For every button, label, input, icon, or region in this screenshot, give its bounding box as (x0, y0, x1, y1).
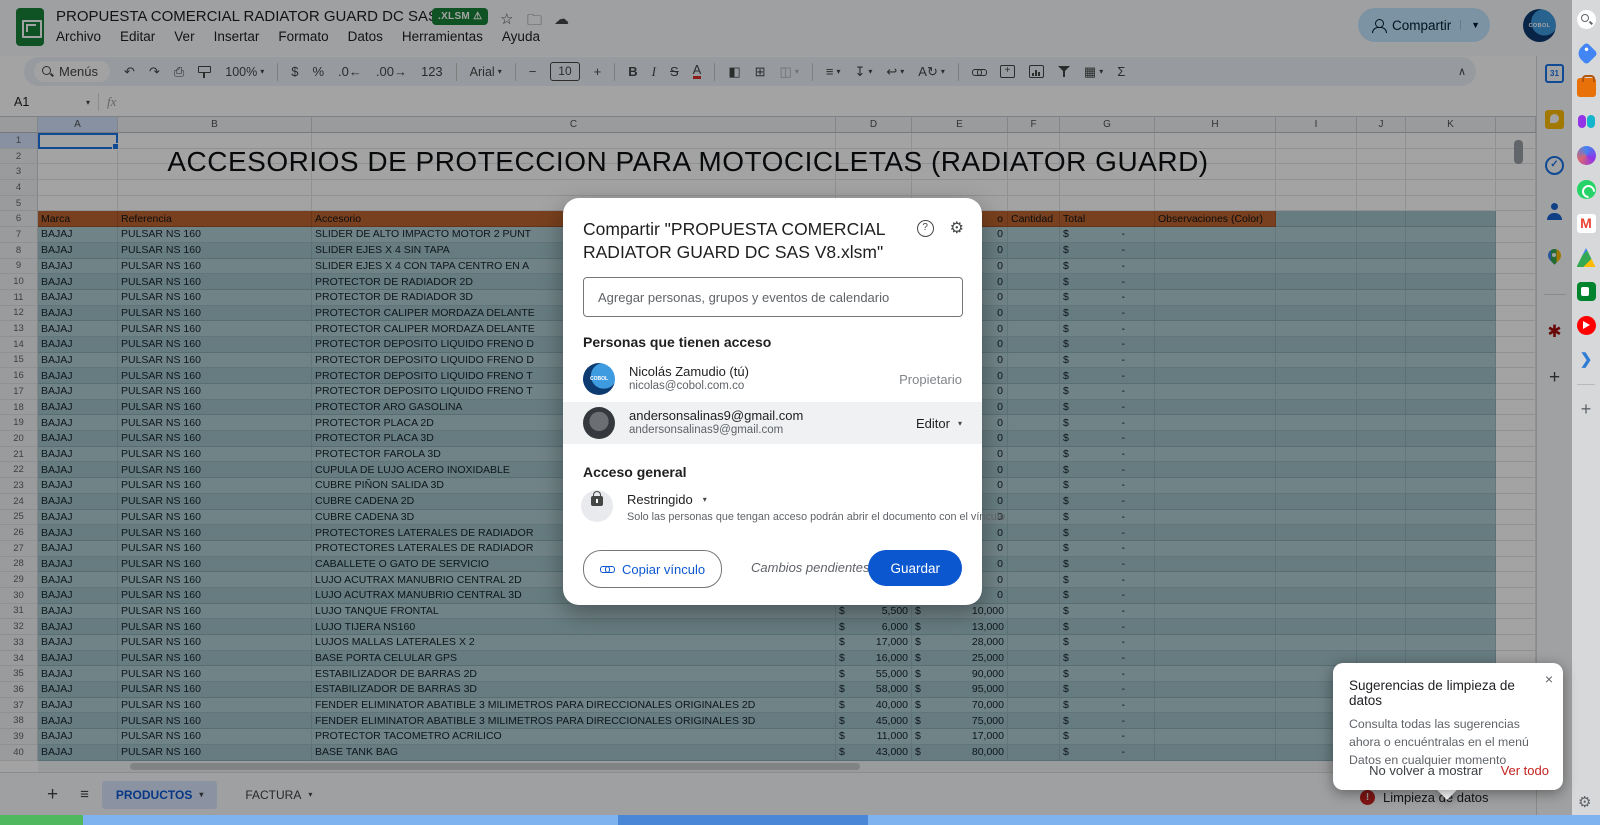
person-email: andersonsalinas9@gmail.com (629, 423, 803, 438)
chevron-down-icon: ▾ (703, 495, 707, 504)
add-icon[interactable]: + (1577, 400, 1596, 419)
meet-icon[interactable] (1577, 282, 1596, 301)
restricted-lock-badge[interactable] (581, 490, 613, 522)
person-row-editor[interactable]: andersonsalinas9@gmail.com andersonsalin… (563, 402, 982, 444)
person-role: Propietario (899, 372, 962, 387)
people-section-title: Personas que tienen acceso (583, 334, 771, 350)
access-description: Solo las personas que tengan acceso podr… (627, 511, 1005, 523)
see-all-button[interactable]: Ver todo (1501, 763, 1549, 778)
google-sheets-app: PROPUESTA COMERCIAL RADIATOR GUARD DC SA… (0, 0, 1600, 825)
ytmusic-icon[interactable] (1577, 316, 1596, 335)
right-app-strip: M ❯ + (1572, 0, 1600, 825)
cleanup-suggestions-popup: Sugerencias de limpieza de datos × Consu… (1333, 663, 1563, 790)
dismiss-button[interactable]: No volver a mostrar (1369, 763, 1482, 778)
general-access-title: Acceso general (583, 464, 687, 480)
popup-title: Sugerencias de limpieza de datos (1349, 678, 1547, 708)
save-button[interactable]: Guardar (868, 550, 962, 586)
access-level-label: Restringido (627, 492, 693, 507)
person-name: Nicolás Zamudio (tú) (629, 364, 749, 379)
add-people-input[interactable] (583, 277, 963, 317)
access-level-dropdown[interactable]: Restringido ▾ (627, 492, 707, 507)
chevron-icon[interactable]: ❯ (1577, 350, 1596, 369)
help-icon[interactable]: ? (917, 220, 934, 237)
contacts-icon[interactable] (1577, 112, 1596, 131)
search-icon[interactable] (1577, 10, 1596, 29)
avatar: COBOL (583, 363, 615, 395)
whatsapp-icon[interactable] (1577, 180, 1596, 199)
taskbar-segment-blue-1[interactable] (83, 815, 618, 825)
person-role-dropdown[interactable]: Editor ▾ (916, 416, 962, 431)
gear-icon[interactable]: ⚙ (1578, 793, 1591, 811)
copy-link-label: Copiar vínculo (622, 562, 705, 577)
dialog-title: Compartir "PROPUESTA COMERCIAL RADIATOR … (583, 218, 913, 264)
avatar (583, 407, 615, 439)
tag-icon[interactable] (1575, 42, 1598, 65)
dialog-header-icons: ? ⚙ (917, 218, 964, 238)
save-label: Guardar (890, 561, 940, 576)
popup-body: Consulta todas las sugerencias ahora o e… (1349, 716, 1547, 769)
toolbox-icon[interactable] (1577, 78, 1596, 97)
taskbar-segment-green[interactable] (0, 815, 83, 825)
taskbar-segment-blue-2[interactable] (618, 815, 868, 825)
person-email: nicolas@cobol.com.co (629, 379, 749, 394)
close-icon[interactable]: × (1545, 671, 1553, 687)
divider (1577, 384, 1595, 385)
taskbar-segment-blue-3[interactable] (868, 815, 1600, 825)
settings-gear-icon[interactable]: ⚙ (950, 218, 964, 238)
gmail-icon[interactable]: M (1577, 214, 1596, 233)
link-icon (600, 565, 614, 573)
person-row-owner[interactable]: COBOL Nicolás Zamudio (tú) nicolas@cobol… (563, 358, 982, 400)
share-dialog: Compartir "PROPUESTA COMERCIAL RADIATOR … (563, 198, 982, 605)
pending-changes-label: Cambios pendientes (751, 560, 870, 575)
copy-link-button[interactable]: Copiar vínculo (583, 550, 722, 588)
lock-icon (591, 496, 603, 506)
chevron-down-icon: ▾ (958, 419, 962, 428)
person-name: andersonsalinas9@gmail.com (629, 408, 803, 423)
role-label: Editor (916, 416, 950, 431)
pinwheel-icon[interactable] (1577, 146, 1596, 165)
drive-icon[interactable] (1577, 248, 1596, 267)
